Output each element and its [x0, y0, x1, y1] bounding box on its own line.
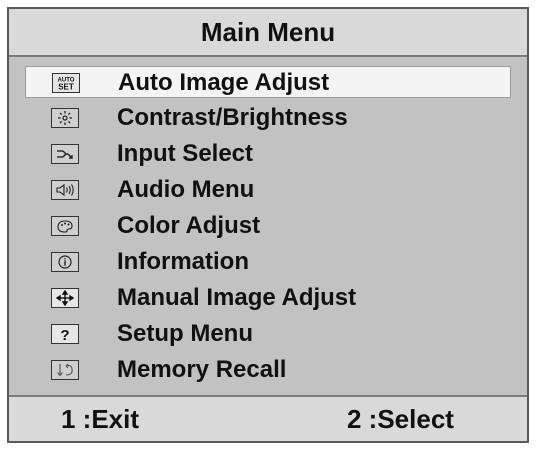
menu-item-auto-image-adjust[interactable]: AUTO SET Auto Image Adjust	[25, 66, 511, 98]
menu-item-manual-image-adjust[interactable]: Manual Image Adjust	[25, 282, 511, 314]
menu-item-audio-menu[interactable]: Audio Menu	[25, 174, 511, 206]
menu-item-setup-menu[interactable]: ? Setup Menu	[25, 318, 511, 350]
setup-question-glyph: ?	[60, 327, 69, 342]
menu-item-label: Memory Recall	[117, 356, 287, 383]
menu-item-information[interactable]: i Information	[25, 246, 511, 278]
color-adjust-icon	[51, 216, 79, 236]
menu-item-label: Color Adjust	[117, 212, 261, 239]
menu-item-label: Manual Image Adjust	[117, 284, 357, 311]
menu-item-label: Auto Image Adjust	[118, 69, 330, 96]
menu-item-label: Input Select	[117, 140, 254, 167]
audio-icon	[51, 180, 79, 200]
memory-recall-icon	[51, 360, 79, 380]
menu-item-label: Information	[117, 248, 249, 275]
select-hint[interactable]: 2 :Select	[347, 397, 454, 441]
menu-item-label: Contrast/Brightness	[117, 104, 348, 131]
input-select-icon	[51, 144, 79, 164]
menu-title: Main Menu	[200, 17, 336, 47]
menu-item-label: Audio Menu	[117, 176, 255, 203]
auto-set-icon-bottom-text: SET	[58, 83, 74, 92]
auto-set-icon: AUTO SET	[52, 73, 80, 93]
menu-item-label: Setup Menu	[117, 320, 253, 347]
manual-adjust-icon	[51, 288, 79, 308]
contrast-brightness-icon	[51, 108, 79, 128]
menu-item-color-adjust[interactable]: Color Adjust	[25, 210, 511, 242]
exit-hint[interactable]: 1 :Exit	[61, 397, 139, 441]
info-icon: i	[51, 252, 79, 272]
menu-item-contrast-brightness[interactable]: Contrast/Brightness	[25, 102, 511, 134]
setup-question-icon: ?	[51, 324, 79, 344]
info-icon-glyph: i	[64, 258, 67, 269]
title-bar: Main Menu	[9, 9, 527, 57]
footer-bar: 1 :Exit 2 :Select	[9, 395, 527, 441]
osd-main-menu: Main Menu AUTO SET Auto Image Adjust Con…	[7, 7, 529, 443]
menu-item-memory-recall[interactable]: Memory Recall	[25, 354, 511, 386]
menu-item-input-select[interactable]: Input Select	[25, 138, 511, 170]
